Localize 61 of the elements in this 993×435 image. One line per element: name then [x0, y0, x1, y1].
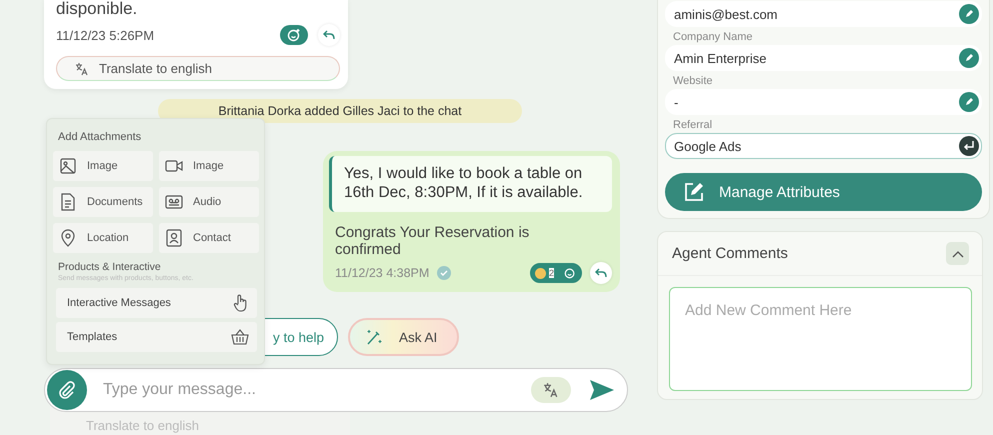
attachment-option[interactable]: Image: [53, 151, 153, 181]
attachment-option[interactable]: Documents: [53, 187, 153, 217]
menu-item[interactable]: Interactive Messages: [56, 288, 257, 318]
message-text: Congrats Your Reservation is confirmed: [335, 224, 530, 258]
attachment-option[interactable]: Contact: [159, 223, 259, 253]
section-heading: Products & Interactive: [58, 261, 162, 273]
image-icon: [59, 157, 77, 175]
reply-button[interactable]: [590, 262, 612, 284]
message-text: disponible.: [56, 0, 138, 20]
translate-button[interactable]: Translate to english: [56, 56, 340, 81]
smiley-icon: [287, 28, 301, 42]
contact-icon: [165, 229, 183, 247]
comment-field[interactable]: Add New Comment Here: [669, 287, 972, 391]
message-composer[interactable]: Type your message...: [44, 368, 628, 412]
message-input[interactable]: Type your message...: [101, 380, 531, 400]
message-time: 11/12/23 5:26PM: [56, 28, 154, 42]
send-button[interactable]: [589, 379, 615, 401]
field-label: Company Name: [673, 31, 754, 43]
translate-icon: [543, 382, 559, 398]
input-field[interactable]: Google Ads: [665, 133, 982, 159]
system-note: Brittania Dorka added Gilles Jaci to the chat: [158, 99, 522, 123]
magic-wand-icon: [365, 328, 384, 346]
attachment-option[interactable]: Location: [53, 223, 153, 253]
manage-attributes-button[interactable]: Manage Attributes: [665, 173, 982, 211]
pencil-icon: [964, 53, 974, 63]
field-label: Referral: [673, 119, 714, 131]
message-time: 11/12/23 4:38PM: [335, 266, 430, 280]
translate-button[interactable]: [531, 377, 571, 403]
attachment-option[interactable]: Audio: [159, 187, 259, 217]
section-title: Agent Comments: [672, 245, 788, 262]
input-field[interactable]: aminis@best.com: [665, 1, 982, 27]
audio-icon: [165, 193, 183, 211]
field-label: Website: [673, 75, 714, 87]
quoted-message: Yes, I would like to book a table on 16th Dec, 8:30PM, If it is available.: [329, 156, 612, 212]
menu-heading: Add Attachments: [58, 131, 142, 143]
attach-button[interactable]: [47, 370, 87, 410]
send-icon: [589, 379, 615, 401]
smiley-icon: [564, 267, 576, 279]
edit-icon: [683, 181, 705, 203]
input-field[interactable]: -: [665, 89, 982, 115]
reply-icon: [595, 268, 607, 278]
enter-icon: [963, 140, 975, 152]
input-field[interactable]: Amin Enterprise: [665, 45, 982, 71]
emoji-icon: [534, 268, 546, 278]
attachment-option[interactable]: Image: [159, 151, 259, 181]
pencil-icon: [964, 97, 974, 107]
document-icon: [59, 193, 77, 211]
location-icon: [59, 229, 77, 247]
translate-icon: [75, 62, 89, 76]
pencil-icon: [964, 9, 974, 19]
reply-button[interactable]: [318, 24, 340, 46]
ask-ai-button[interactable]: Ask AI: [348, 318, 460, 356]
add-reaction-button[interactable]: [280, 25, 308, 45]
paperclip-icon: [57, 380, 77, 400]
collapse-button[interactable]: [946, 242, 969, 265]
reply-icon: [323, 30, 335, 40]
basket-icon: [231, 329, 249, 345]
menu-item[interactable]: Templates: [56, 322, 257, 352]
reaction-pill[interactable]: 2: [530, 263, 582, 283]
hand-pointer-icon: [233, 294, 249, 312]
chevron-up-icon: [952, 250, 964, 258]
